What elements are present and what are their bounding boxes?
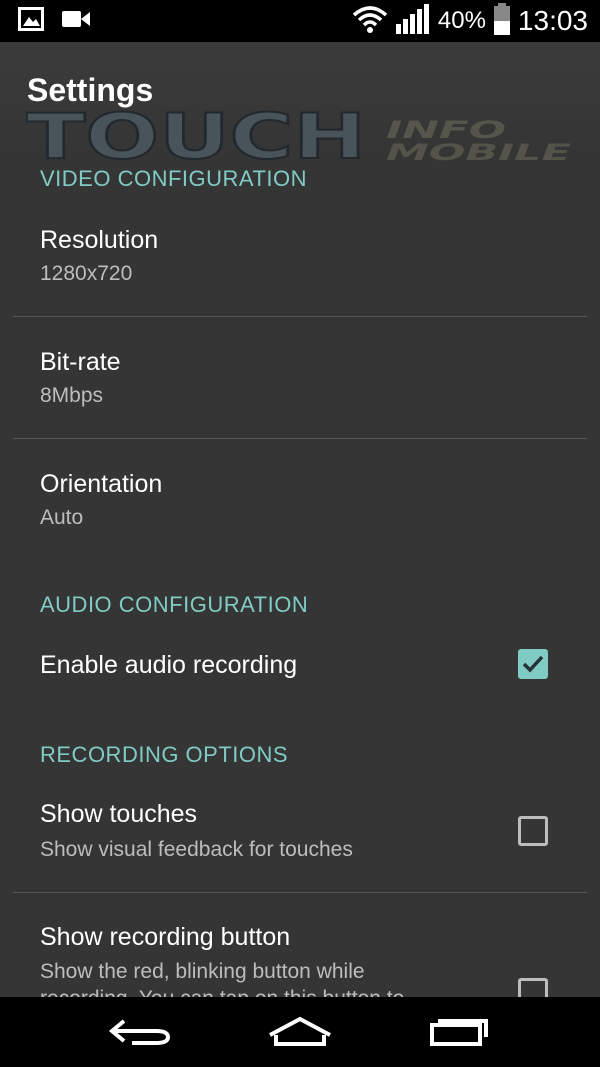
recent-apps-button[interactable]: [398, 997, 518, 1067]
home-icon: [269, 1016, 331, 1046]
checkmark-icon: [522, 655, 544, 673]
battery-percent: 40%: [437, 7, 486, 34]
signal-icon: [395, 3, 430, 39]
pref-resolution-title: Resolution: [40, 226, 159, 254]
back-icon: [108, 1019, 171, 1045]
pref-show-touches[interactable]: Show touches Show visual feedback for to…: [13, 782, 587, 892]
category-recording-options: RECORDING OPTIONS: [40, 742, 289, 767]
show-touches-checkbox[interactable]: [518, 816, 548, 846]
pref-orientation[interactable]: Orientation Auto: [13, 439, 587, 559]
pref-enable-audio-title: Enable audio recording: [40, 651, 298, 679]
pref-show-recording-button[interactable]: Show recording button Show the red, blin…: [13, 893, 587, 997]
wifi-icon: [352, 5, 388, 38]
pref-bitrate[interactable]: Bit-rate 8Mbps: [13, 317, 587, 438]
pref-bitrate-summary: 8Mbps: [40, 384, 104, 407]
enable-audio-checkbox[interactable]: [518, 649, 548, 679]
pref-show-touches-summary: Show visual feedback for touches: [40, 838, 353, 861]
clock: 13:03: [517, 5, 588, 36]
back-button[interactable]: [82, 997, 202, 1067]
action-bar: Settings: [0, 42, 600, 152]
gallery-icon: [18, 6, 44, 36]
status-bar: 40% 13:03: [0, 0, 600, 42]
settings-screen: 40% 13:03 Settings TOUCH INFO MOBILE VID…: [0, 0, 600, 1067]
pref-show-recording-button-summary: Show the red, blinking button while: [40, 960, 365, 983]
pref-resolution[interactable]: Resolution 1280x720: [13, 210, 587, 316]
recent-apps-icon: [430, 1019, 488, 1046]
pref-bitrate-title: Bit-rate: [40, 348, 121, 376]
settings-list[interactable]: VIDEO CONFIGURATION Resolution 1280x720 …: [0, 152, 600, 997]
pref-show-touches-title: Show touches: [40, 800, 198, 828]
home-button[interactable]: [240, 997, 360, 1067]
page-title: Settings: [27, 72, 154, 108]
pref-show-recording-button-summary-2: recording. You can tap on this button to: [40, 987, 404, 997]
video-camera-icon: [62, 10, 90, 33]
show-recording-button-checkbox[interactable]: [518, 978, 548, 997]
category-audio-configuration: AUDIO CONFIGURATION: [40, 592, 309, 617]
pref-orientation-summary: Auto: [40, 506, 84, 529]
pref-enable-audio-recording[interactable]: Enable audio recording: [13, 630, 587, 702]
pref-show-recording-button-title: Show recording button: [40, 923, 291, 951]
category-video-configuration: VIDEO CONFIGURATION: [40, 166, 307, 191]
pref-orientation-title: Orientation: [40, 470, 163, 498]
pref-resolution-summary: 1280x720: [40, 262, 133, 285]
battery-icon: [493, 2, 510, 40]
navigation-bar: [0, 997, 600, 1067]
